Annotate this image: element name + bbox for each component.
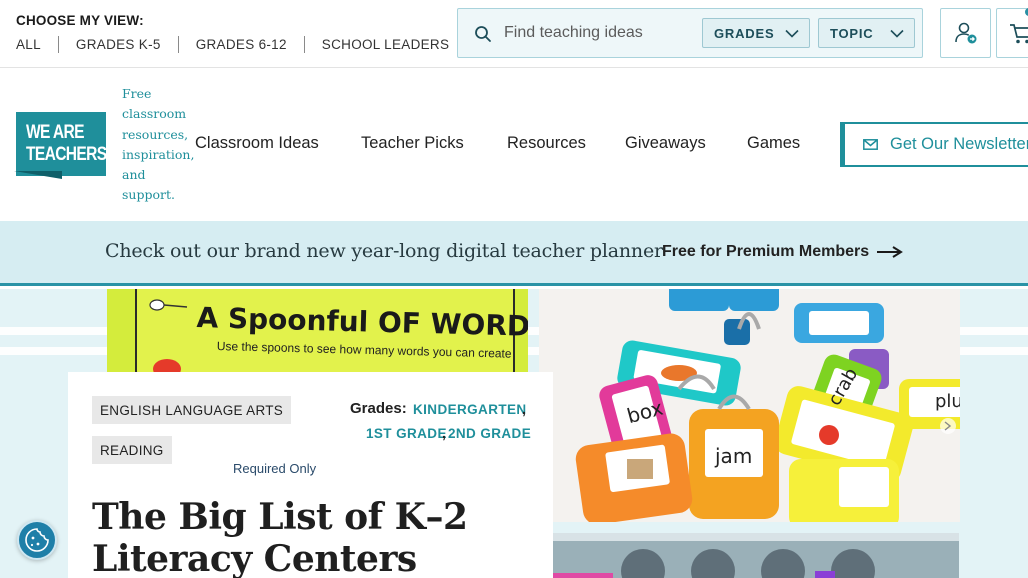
cookie-settings-button[interactable] xyxy=(17,520,57,560)
category-tag-english-language-arts[interactable]: ENGLISH LANGUAGE ARTS xyxy=(92,396,292,424)
logo-tail xyxy=(14,171,62,179)
word-plu: plu xyxy=(935,391,960,412)
word-jam: jam xyxy=(714,444,752,468)
article-card[interactable]: ENGLISH LANGUAGE ARTS READING Grades: KI… xyxy=(68,372,553,578)
promo-text: Check out our brand new year-long digita… xyxy=(105,240,663,262)
promo-banner: Check out our brand new year-long digita… xyxy=(0,221,1028,286)
nav-item-giveaways[interactable]: Giveaways xyxy=(625,134,706,153)
letter-block xyxy=(153,359,181,373)
user-account-icon xyxy=(955,22,977,44)
topic-filter-dropdown[interactable]: TOPIC xyxy=(818,18,915,48)
featured-image-muffin-tin[interactable] xyxy=(553,533,959,578)
logo-text: WE ARE TEACHERS xyxy=(26,122,107,165)
nav-item-games[interactable]: Games xyxy=(747,134,800,153)
grades-filter-dropdown[interactable]: GRADES xyxy=(702,18,810,48)
nav-item-resources[interactable]: Resources xyxy=(507,134,586,153)
grade-separator: , xyxy=(522,401,526,417)
site-logo[interactable]: WE ARE TEACHERS xyxy=(16,112,107,176)
cart-button[interactable] xyxy=(996,8,1028,58)
view-link-grades-k5[interactable]: GRADES K-5 xyxy=(76,37,161,52)
site-tagline: Free classroom resources, inspiration, a… xyxy=(122,86,195,203)
spoonful-title: A Spoonful OF WORDS xyxy=(196,301,528,344)
featured-image-padlock-words[interactable]: box jam crab plu xyxy=(539,289,960,522)
view-link-school-leaders[interactable]: SCHOOL LEADERS xyxy=(322,37,450,52)
site-header: WE ARE TEACHERS Free classroom resources… xyxy=(0,68,1028,221)
search-icon[interactable] xyxy=(474,25,492,43)
grade-link-1st-grade[interactable]: 1ST GRADE xyxy=(366,426,447,441)
spoonful-card: A Spoonful OF WORDS Use the spoons to se… xyxy=(135,289,528,373)
view-link-grades-6-12[interactable]: GRADES 6-12 xyxy=(196,37,287,52)
padlock-keychains-illustration: box jam crab plu xyxy=(539,289,960,522)
divider xyxy=(177,36,179,53)
spoon-decoration xyxy=(149,299,188,311)
utility-bar: CHOOSE MY VIEW: ALL GRADES K-5 GRADES 6-… xyxy=(0,0,1028,68)
account-button[interactable] xyxy=(940,8,991,58)
search-bar: GRADES TOPIC xyxy=(457,8,923,58)
newsletter-label: Get Our Newsletter xyxy=(890,135,1028,153)
envelope-icon xyxy=(863,139,878,150)
divider xyxy=(303,36,305,53)
featured-content: A Spoonful OF WORDS Use the spoons to se… xyxy=(0,289,1028,578)
grades-label: Grades: xyxy=(350,400,407,417)
cookie-icon xyxy=(25,528,49,552)
topic-filter-label: TOPIC xyxy=(830,25,874,41)
grade-link-2nd-grade[interactable]: 2ND GRADE xyxy=(448,426,531,441)
promo-link[interactable]: Free for Premium Members xyxy=(662,243,904,261)
grade-link-kindergarten[interactable]: KINDERGARTEN xyxy=(413,402,527,417)
view-label: CHOOSE MY VIEW: xyxy=(16,13,144,28)
nav-item-classroom-ideas[interactable]: Classroom Ideas xyxy=(195,134,319,153)
divider xyxy=(57,36,59,53)
cart-icon xyxy=(1010,24,1028,44)
required-note: Required Only xyxy=(233,461,317,476)
featured-image-spoonful-of-words[interactable]: A Spoonful OF WORDS Use the spoons to se… xyxy=(107,289,528,373)
spoonful-subtitle: Use the spoons to see how many words you… xyxy=(216,339,512,361)
chevron-down-icon xyxy=(785,29,799,38)
article-title[interactable]: The Big List of K–2 Literacy Centers xyxy=(92,496,532,578)
promo-link-label: Free for Premium Members xyxy=(662,243,870,260)
chevron-down-icon xyxy=(890,29,904,38)
view-switcher: ALL GRADES K-5 GRADES 6-12 SCHOOL LEADER… xyxy=(16,36,449,53)
grades-filter-label: GRADES xyxy=(714,25,775,41)
view-link-all[interactable]: ALL xyxy=(16,37,41,52)
muffin-tin-illustration xyxy=(553,533,959,578)
search-input[interactable] xyxy=(504,20,694,46)
nav-item-teacher-picks[interactable]: Teacher Picks xyxy=(361,134,464,153)
arrow-right-icon xyxy=(877,246,904,258)
grade-separator: , xyxy=(442,425,446,441)
category-tag-reading[interactable]: READING xyxy=(92,436,172,464)
newsletter-button[interactable]: Get Our Newsletter xyxy=(840,122,1028,167)
